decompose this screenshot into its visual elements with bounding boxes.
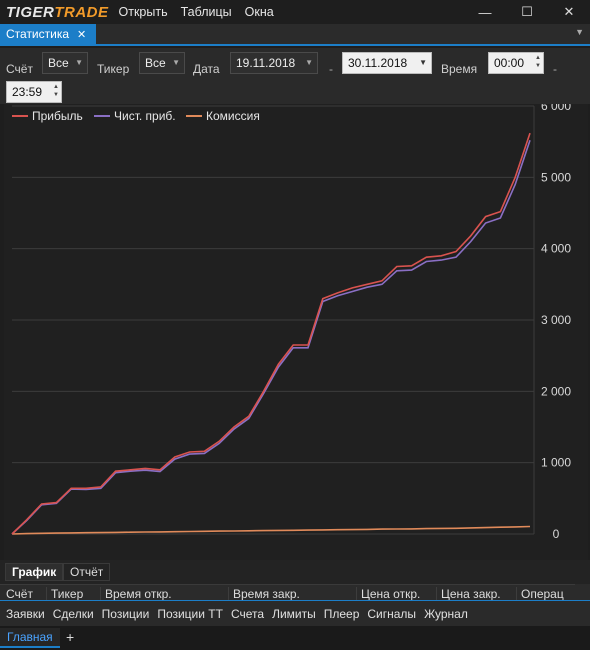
chart-canvas: 6 000 5 000 4 000 3 000 2 000 1 000 0 Прибыль Чи… (11, 104, 571, 541)
panel-tab-trades[interactable]: Сделки (53, 607, 94, 621)
column-header-open-time[interactable]: Время откр. (100, 587, 228, 600)
logo-text-trade: TRADE (54, 3, 109, 21)
ticker-label: Тикер (97, 62, 130, 76)
date-from-picker[interactable]: 19.11.2018 ▼ (230, 52, 318, 74)
app-logo: TIGER TRADE (6, 4, 109, 21)
series-line-2 (11, 525, 531, 535)
panel-tab-player[interactable]: Плеер (324, 607, 360, 621)
column-header-close-time[interactable]: Время закр. (228, 587, 356, 600)
ticker-select-value: Все (145, 56, 166, 70)
date-to-value: 30.11.2018 (348, 56, 408, 70)
tab-statistics-label: Статистика (6, 27, 70, 41)
menu-open[interactable]: Открыть (119, 5, 168, 19)
date-range-separator: - (329, 62, 333, 76)
tab-list-dropdown-icon[interactable]: ▼ (575, 27, 584, 37)
chevron-down-icon: ▼ (419, 58, 427, 67)
minimize-button[interactable]: — (464, 0, 506, 24)
panel-tab-positions[interactable]: Позиции (102, 607, 150, 621)
time-to-value: 23:59 (12, 85, 43, 99)
spinner-arrows-icon[interactable]: ▲ ▼ (53, 83, 59, 99)
panel-tab-accounts[interactable]: Счета (231, 607, 264, 621)
chevron-down-icon: ▼ (172, 58, 180, 67)
maximize-button[interactable]: ☐ (506, 0, 548, 24)
series-line-1 (11, 139, 531, 535)
title-bar: TIGER TRADE Открыть Таблицы Окна — ☐ ✕ (0, 0, 590, 24)
workspace-tabs: Главная + (0, 626, 590, 650)
logo-text-tiger: TIGER (6, 3, 55, 21)
date-from-value: 19.11.2018 (236, 56, 296, 70)
account-label: Счёт (6, 62, 33, 76)
y-tick-label: 4 000 (541, 242, 571, 256)
legend-label: Чист. приб. (114, 109, 176, 123)
column-header-operation[interactable]: Операц (516, 587, 576, 600)
window-controls: — ☐ ✕ (464, 0, 590, 24)
view-tabs: График Отчёт (0, 560, 590, 584)
panel-tab-limits[interactable]: Лимиты (272, 607, 316, 621)
y-tick-label: 5 000 (541, 170, 571, 184)
time-range-separator: - (553, 62, 557, 76)
filter-bar: Счёт Все ▼ Тикер Все ▼ Дата 19.11.2018 ▼… (0, 48, 590, 104)
add-workspace-icon[interactable]: + (66, 629, 74, 645)
table-header: Счёт Тикер Время откр. Время закр. Цена … (0, 584, 590, 600)
legend-label: Прибыль (32, 109, 83, 123)
time-to-input[interactable]: 23:59 ▲ ▼ (6, 81, 62, 103)
panel-tab-signals[interactable]: Сигналы (367, 607, 416, 621)
chevron-down-icon: ▼ (75, 58, 83, 67)
time-label: Время (441, 62, 478, 76)
main-menu: Открыть Таблицы Окна (119, 5, 287, 19)
panel-tab-orders[interactable]: Заявки (6, 607, 45, 621)
tab-report[interactable]: Отчёт (63, 563, 111, 581)
y-tick-label: 0 (553, 527, 560, 541)
y-tick-label: 3 000 (541, 313, 571, 327)
panel-tab-journal[interactable]: Журнал (424, 607, 468, 621)
column-header-ticker[interactable]: Тикер (46, 587, 100, 600)
column-header-open-price[interactable]: Цена откр. (356, 587, 436, 600)
workspace-tab-main[interactable]: Главная (0, 628, 60, 648)
column-header-close-price[interactable]: Цена закр. (436, 587, 516, 600)
statistics-chart: 6 000 5 000 4 000 3 000 2 000 1 000 0 Прибыль Чи… (4, 104, 588, 560)
y-tick-label: 6 000 (541, 104, 571, 113)
document-tab-strip: Статистика ✕ ▼ (0, 24, 590, 46)
tab-graph[interactable]: График (5, 563, 64, 581)
series-line-0 (11, 132, 531, 535)
chevron-down-icon: ▼ (305, 58, 313, 67)
y-tick-label: 1 000 (541, 456, 571, 470)
panel-tabs: Заявки Сделки Позиции Позиции ТТ Счета Л… (0, 600, 590, 626)
time-from-value: 00:00 (494, 56, 525, 70)
scrollbar[interactable] (575, 584, 590, 600)
ticker-select[interactable]: Все ▼ (139, 52, 185, 74)
menu-tables[interactable]: Таблицы (181, 5, 232, 19)
account-select-value: Все (48, 56, 69, 70)
legend-label: Комиссия (206, 109, 260, 123)
tab-statistics[interactable]: Статистика ✕ (0, 24, 96, 44)
y-tick-label: 2 000 (541, 384, 571, 398)
date-to-picker[interactable]: 30.11.2018 ▼ (342, 52, 432, 74)
column-header-account[interactable]: Счёт (2, 587, 46, 600)
date-label: Дата (193, 62, 220, 76)
close-window-button[interactable]: ✕ (548, 0, 590, 24)
panel-tab-positions-tt[interactable]: Позиции ТТ (157, 607, 223, 621)
account-select[interactable]: Все ▼ (42, 52, 88, 74)
spinner-arrows-icon[interactable]: ▲ ▼ (535, 54, 541, 70)
close-tab-icon[interactable]: ✕ (77, 28, 86, 41)
menu-windows[interactable]: Окна (245, 5, 274, 19)
time-from-input[interactable]: 00:00 ▲ ▼ (488, 52, 544, 74)
